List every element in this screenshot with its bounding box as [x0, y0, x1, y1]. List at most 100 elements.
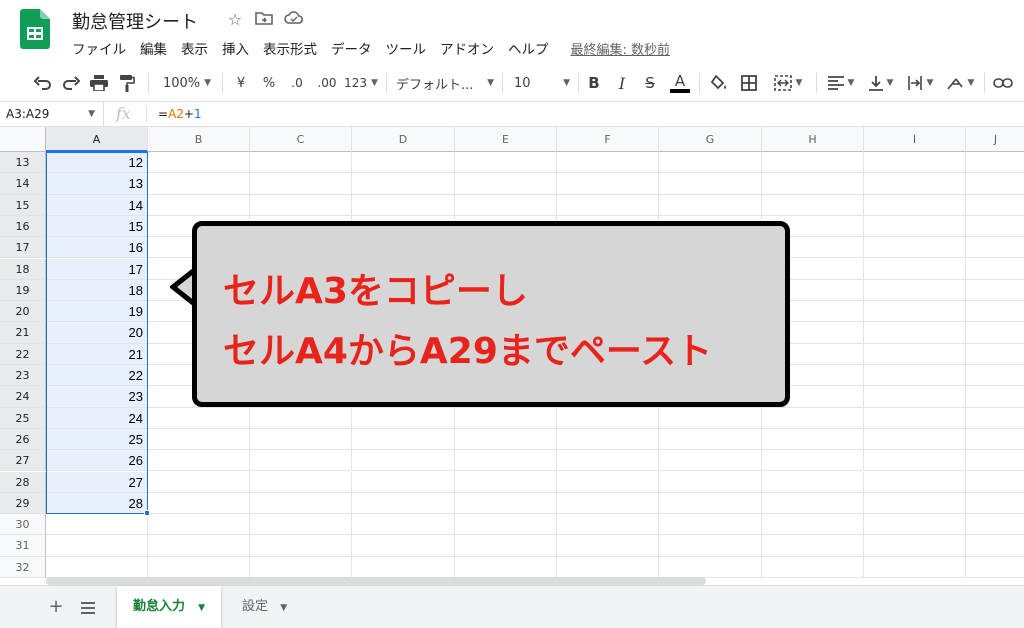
cell[interactable] [455, 514, 557, 536]
cell[interactable] [864, 173, 966, 195]
text-rotation-select[interactable]: ▼ [942, 71, 978, 95]
sheets-logo-icon[interactable] [20, 9, 50, 49]
cell[interactable] [659, 471, 762, 493]
cell[interactable] [148, 152, 250, 174]
cell[interactable] [762, 152, 864, 174]
borders-icon[interactable] [738, 71, 760, 95]
cell[interactable] [966, 408, 1024, 429]
cell[interactable] [762, 471, 864, 493]
cell[interactable] [455, 173, 557, 195]
cell-a[interactable]: 19 [46, 301, 148, 323]
cell[interactable] [250, 194, 352, 216]
menu-edit[interactable]: 編集 [140, 38, 167, 58]
row-header[interactable]: 32 [0, 556, 46, 578]
cloud-saved-icon[interactable] [284, 10, 304, 30]
all-sheets-icon[interactable] [76, 596, 100, 620]
undo-icon[interactable] [32, 71, 54, 95]
cell[interactable] [966, 237, 1024, 259]
cell[interactable] [659, 152, 762, 174]
cell[interactable] [966, 322, 1024, 344]
cell[interactable] [966, 173, 1024, 195]
cell[interactable] [148, 535, 250, 557]
cell[interactable] [659, 535, 762, 557]
vertical-align-select[interactable]: ▼ [864, 71, 898, 95]
number-format-select[interactable]: 123 ▼ [344, 71, 378, 95]
column-header-b[interactable]: B [148, 127, 250, 152]
row-header[interactable]: 24 [0, 386, 46, 408]
cell[interactable] [148, 471, 250, 493]
cell[interactable] [659, 428, 762, 451]
cell[interactable] [966, 280, 1024, 302]
row-header[interactable]: 25 [0, 407, 46, 429]
cell[interactable] [557, 535, 659, 557]
cell[interactable] [659, 407, 762, 429]
cell-a[interactable]: 26 [46, 450, 148, 472]
cell[interactable] [148, 492, 250, 515]
column-header-e[interactable]: E [455, 127, 557, 152]
cell[interactable] [455, 556, 557, 578]
percent-button[interactable]: % [260, 71, 278, 95]
cell-a[interactable] [46, 514, 148, 536]
sheet-tab-settings[interactable]: 設定 ▼ [226, 586, 303, 628]
row-header[interactable]: 19 [0, 279, 46, 302]
column-header-i[interactable]: I [864, 127, 966, 152]
horizontal-scrollbar[interactable] [46, 577, 706, 585]
row-header[interactable]: 20 [0, 301, 46, 323]
formula-input[interactable]: =A2+1 [158, 102, 202, 127]
cell[interactable] [557, 194, 659, 216]
column-header-f[interactable]: F [557, 127, 659, 152]
row-header[interactable]: 27 [0, 450, 46, 472]
cell[interactable] [455, 471, 557, 493]
cell[interactable] [966, 195, 1024, 216]
cell[interactable] [659, 556, 762, 578]
cell[interactable] [864, 215, 966, 238]
cell[interactable] [966, 535, 1024, 557]
cell[interactable] [659, 514, 762, 536]
cell[interactable] [352, 450, 455, 472]
row-header[interactable]: 28 [0, 471, 46, 493]
cell[interactable] [148, 407, 250, 429]
menu-file[interactable]: ファイル [72, 38, 126, 58]
cell-a[interactable] [46, 535, 148, 557]
text-wrap-select[interactable]: ▼ [903, 71, 937, 95]
star-icon[interactable]: ☆ [225, 10, 245, 30]
cell[interactable] [966, 493, 1024, 515]
cell-a[interactable]: 17 [46, 258, 148, 280]
menu-help[interactable]: ヘルプ [508, 38, 549, 58]
cell[interactable] [250, 471, 352, 493]
cell[interactable] [557, 492, 659, 515]
cell[interactable] [557, 428, 659, 451]
cell[interactable] [864, 428, 966, 451]
row-header[interactable]: 17 [0, 237, 46, 259]
cell[interactable] [352, 556, 455, 578]
cell[interactable] [659, 194, 762, 216]
cell[interactable] [352, 514, 455, 536]
cell-a[interactable]: 28 [46, 492, 148, 515]
insert-link-icon[interactable] [992, 71, 1014, 95]
cell[interactable] [557, 450, 659, 472]
row-header[interactable]: 26 [0, 428, 46, 451]
cell[interactable] [762, 407, 864, 429]
cell[interactable] [352, 194, 455, 216]
cell[interactable] [250, 556, 352, 578]
cell[interactable] [864, 301, 966, 323]
cell[interactable] [352, 492, 455, 515]
cell[interactable] [966, 301, 1024, 323]
column-header-g[interactable]: G [659, 127, 762, 152]
name-box[interactable]: A3:A29 ▼ [0, 102, 104, 127]
cell-a[interactable]: 20 [46, 322, 148, 344]
cell[interactable] [659, 173, 762, 195]
strikethrough-button[interactable]: S [641, 71, 659, 95]
menu-view[interactable]: 表示 [181, 38, 208, 58]
cell[interactable] [762, 514, 864, 536]
cell[interactable] [966, 429, 1024, 451]
row-header[interactable]: 30 [0, 514, 46, 536]
last-edit-link[interactable]: 最終編集: 数秒前 [571, 39, 671, 58]
cell[interactable] [250, 428, 352, 451]
cell[interactable] [250, 450, 352, 472]
cell[interactable] [864, 450, 966, 472]
cell[interactable] [250, 152, 352, 174]
cell[interactable] [762, 194, 864, 216]
cell[interactable] [864, 492, 966, 515]
cell[interactable] [966, 386, 1024, 408]
